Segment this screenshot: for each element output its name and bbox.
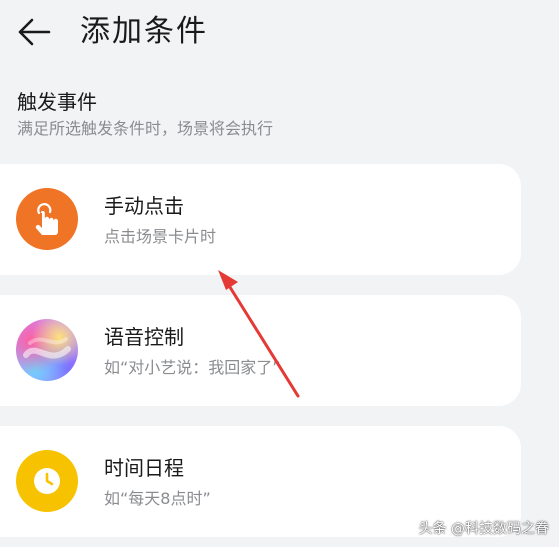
section-description: 满足所选触发条件时，场景将会执行 — [17, 119, 274, 138]
back-button[interactable] — [14, 12, 54, 52]
trigger-card-voice-control[interactable]: 语音控制 如“对小艺说：我回家了” — [0, 295, 521, 406]
app-header: 添加条件 — [0, 0, 559, 66]
trigger-subtitle: 如“对小艺说：我回家了” — [104, 358, 281, 377]
trigger-subtitle: 如“每天8点时” — [104, 489, 211, 508]
voice-assistant-icon — [16, 319, 78, 381]
trigger-card-manual-tap[interactable]: 手动点击 点击场景卡片时 — [0, 164, 521, 275]
watermark: 头条 @科技数码之眷 — [418, 521, 549, 537]
arrow-left-icon — [18, 18, 51, 46]
trigger-title: 时间日程 — [104, 456, 184, 480]
hand-tap-icon — [16, 188, 78, 250]
trigger-title: 语音控制 — [104, 325, 184, 349]
section-title: 触发事件 — [17, 90, 97, 114]
trigger-subtitle: 点击场景卡片时 — [104, 227, 217, 246]
page-title: 添加条件 — [80, 14, 208, 49]
clock-icon — [16, 450, 78, 512]
trigger-title: 手动点击 — [104, 194, 184, 218]
